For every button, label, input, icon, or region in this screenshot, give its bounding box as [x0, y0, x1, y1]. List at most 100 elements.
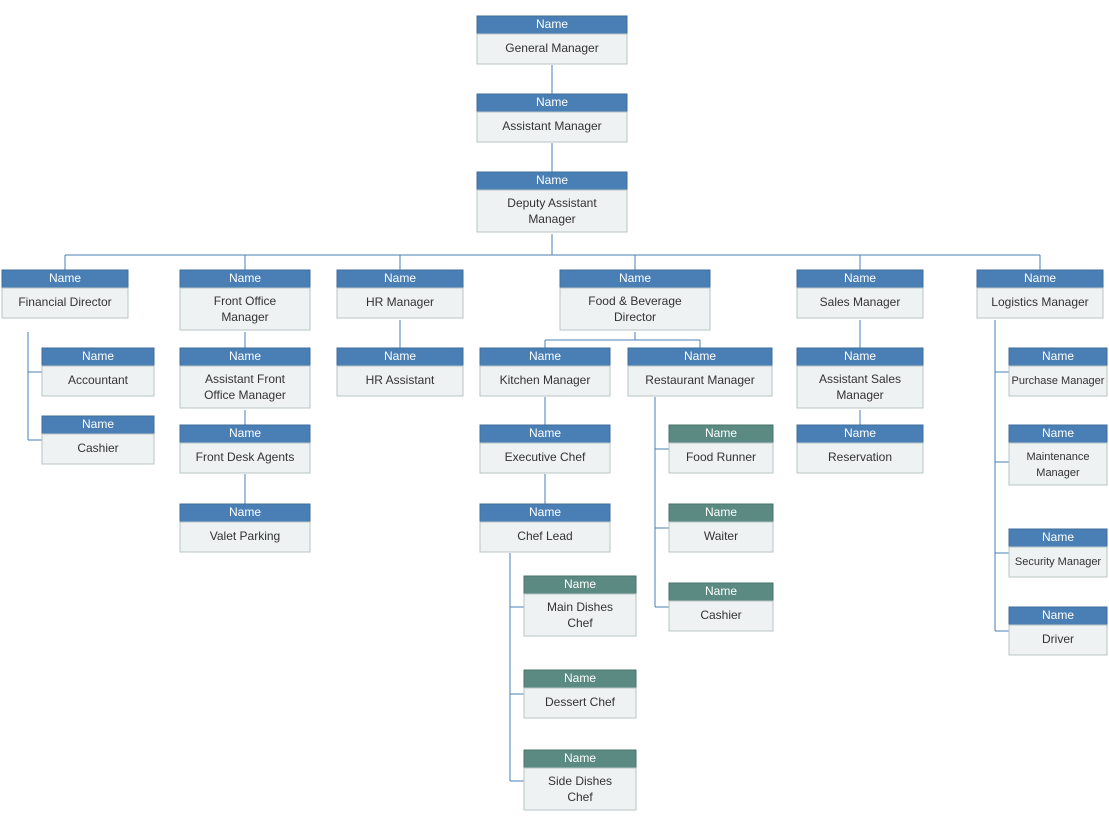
svg-text:Restaurant Manager: Restaurant Manager [645, 373, 754, 387]
node-food-runner: Name Food Runner [669, 425, 773, 473]
node-executive-chef: Name Executive Chef [480, 425, 610, 473]
title-label: General Manager [505, 41, 598, 55]
svg-text:Cashier: Cashier [700, 608, 741, 622]
svg-text:Name: Name [536, 173, 568, 187]
svg-text:Name: Name [529, 505, 561, 519]
svg-text:Dessert Chef: Dessert Chef [545, 695, 616, 709]
node-assistant-sales-manager: Name Assistant Sales Manager [797, 348, 923, 408]
svg-text:Sales Manager: Sales Manager [820, 295, 901, 309]
node-valet-parking: Name Valet Parking [180, 504, 310, 552]
svg-text:Name: Name [705, 505, 737, 519]
node-hr-manager: Name HR Manager [337, 270, 463, 318]
svg-text:Name: Name [82, 349, 114, 363]
svg-text:Office Manager: Office Manager [204, 388, 286, 402]
svg-text:Cashier: Cashier [77, 441, 118, 455]
svg-text:Name: Name [844, 349, 876, 363]
svg-text:Name: Name [844, 426, 876, 440]
node-financial-director: Name Financial Director [2, 270, 128, 318]
svg-text:Name: Name [229, 271, 261, 285]
svg-text:Name: Name [564, 577, 596, 591]
node-maintenance-manager: Name Maintenance Manager [1009, 425, 1107, 485]
svg-text:Waiter: Waiter [704, 529, 738, 543]
node-logistics-manager: Name Logistics Manager [977, 270, 1103, 318]
svg-text:Name: Name [619, 271, 651, 285]
svg-text:Front Desk Agents: Front Desk Agents [196, 450, 295, 464]
svg-text:Security Manager: Security Manager [1015, 556, 1102, 568]
svg-text:Accountant: Accountant [68, 373, 129, 387]
node-sales-manager: Name Sales Manager [797, 270, 923, 318]
svg-text:Name: Name [1042, 530, 1074, 544]
node-fb-director: Name Food & Beverage Director [560, 270, 710, 330]
svg-text:Assistant Sales: Assistant Sales [819, 372, 901, 386]
node-cashier-restaurant: Name Cashier [669, 583, 773, 631]
svg-text:Name: Name [82, 417, 114, 431]
svg-text:Name: Name [229, 349, 261, 363]
node-purchase-manager: Name Purchase Manager [1009, 348, 1107, 396]
node-reservation: Name Reservation [797, 425, 923, 473]
svg-text:Name: Name [705, 584, 737, 598]
svg-text:Name: Name [705, 426, 737, 440]
node-assistant-manager: Name Assistant Manager [477, 94, 627, 142]
svg-text:Maintenance: Maintenance [1027, 451, 1090, 463]
node-kitchen-manager: Name Kitchen Manager [480, 348, 610, 396]
svg-text:Name: Name [529, 349, 561, 363]
svg-text:Reservation: Reservation [828, 450, 892, 464]
node-driver: Name Driver [1009, 607, 1107, 655]
node-general-manager: Name General Manager [477, 16, 627, 64]
svg-text:Manager: Manager [1036, 467, 1080, 479]
svg-text:Name: Name [529, 426, 561, 440]
svg-text:Assistant Manager: Assistant Manager [502, 119, 601, 133]
svg-text:Name: Name [564, 671, 596, 685]
svg-text:Purchase Manager: Purchase Manager [1012, 375, 1105, 387]
node-desk-agents: Name Front Desk Agents [180, 425, 310, 473]
svg-text:Name: Name [536, 95, 568, 109]
svg-text:Kitchen Manager: Kitchen Manager [500, 373, 591, 387]
svg-text:Food Runner: Food Runner [686, 450, 756, 464]
node-cashier-finance: Name Cashier [42, 416, 154, 464]
node-chef-lead: Name Chef Lead [480, 504, 610, 552]
svg-text:Manager: Manager [221, 310, 268, 324]
svg-text:Front Office: Front Office [214, 294, 277, 308]
svg-text:Name: Name [1042, 608, 1074, 622]
node-security-manager: Name Security Manager [1009, 529, 1107, 577]
svg-text:Manager: Manager [836, 388, 883, 402]
node-deputy-assistant-manager: Name Deputy Assistant Manager [477, 172, 627, 232]
svg-text:Chef: Chef [567, 790, 593, 804]
svg-text:Main Dishes: Main Dishes [547, 600, 613, 614]
svg-text:Side Dishes: Side Dishes [548, 774, 612, 788]
svg-text:Name: Name [49, 271, 81, 285]
svg-text:Name: Name [229, 505, 261, 519]
svg-text:Name: Name [384, 271, 416, 285]
node-front-office-manager: Name Front Office Manager [180, 270, 310, 330]
node-restaurant-manager: Name Restaurant Manager [628, 348, 772, 396]
svg-text:Food & Beverage: Food & Beverage [588, 294, 682, 308]
header-label: Name [536, 17, 568, 31]
svg-text:HR Assistant: HR Assistant [366, 373, 435, 387]
svg-text:Valet Parking: Valet Parking [210, 529, 280, 543]
svg-text:Name: Name [684, 349, 716, 363]
svg-text:Name: Name [1042, 426, 1074, 440]
svg-text:Logistics Manager: Logistics Manager [991, 295, 1088, 309]
node-dessert-chef: Name Dessert Chef [524, 670, 636, 718]
svg-text:Chef: Chef [567, 616, 593, 630]
svg-text:Name: Name [384, 349, 416, 363]
svg-text:Name: Name [844, 271, 876, 285]
node-side-dishes-chef: Name Side Dishes Chef [524, 750, 636, 810]
svg-text:Chef Lead: Chef Lead [517, 529, 572, 543]
node-hr-assistant: Name HR Assistant [337, 348, 463, 396]
svg-text:Deputy Assistant: Deputy Assistant [507, 196, 597, 210]
node-afo-manager: Name Assistant Front Office Manager [180, 348, 310, 408]
svg-text:Manager: Manager [528, 212, 575, 226]
svg-text:HR Manager: HR Manager [366, 295, 434, 309]
svg-text:Name: Name [1024, 271, 1056, 285]
org-chart: Name General Manager Name Assistant Mana… [0, 0, 1109, 829]
svg-text:Assistant Front: Assistant Front [205, 372, 286, 386]
svg-text:Name: Name [564, 751, 596, 765]
node-main-dishes-chef: Name Main Dishes Chef [524, 576, 636, 636]
svg-text:Name: Name [229, 426, 261, 440]
svg-text:Financial Director: Financial Director [18, 295, 111, 309]
svg-text:Executive Chef: Executive Chef [505, 450, 586, 464]
node-accountant: Name Accountant [42, 348, 154, 396]
svg-text:Driver: Driver [1042, 632, 1074, 646]
node-waiter: Name Waiter [669, 504, 773, 552]
